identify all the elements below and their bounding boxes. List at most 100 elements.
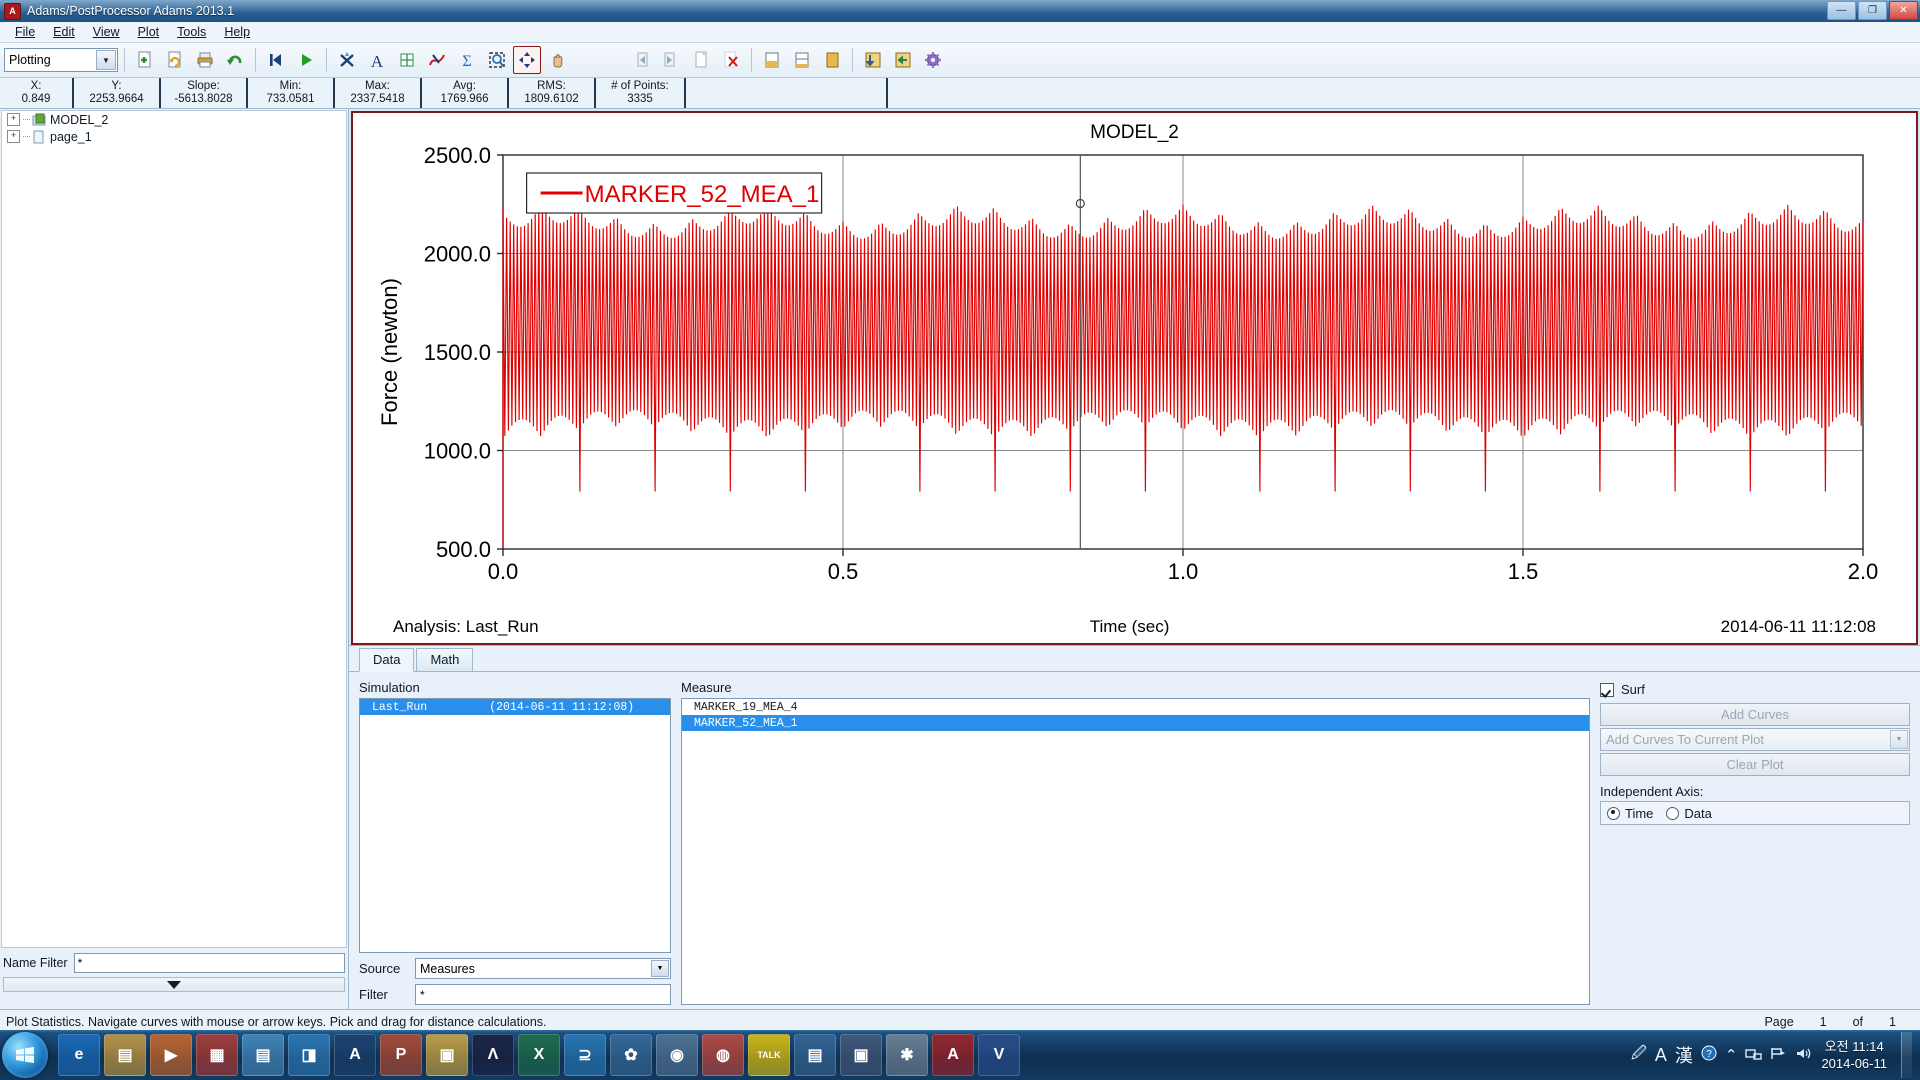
taskbar-app-excel-app[interactable]: X [518,1034,560,1076]
taskbar-app-powerpoint-app[interactable]: P [380,1034,422,1076]
radio-time[interactable] [1607,806,1620,820]
taskbar-app-video-app[interactable]: ▣ [840,1034,882,1076]
name-filter-input[interactable]: * [73,953,345,973]
chevron-down-icon[interactable]: ▼ [1890,730,1908,749]
flag-icon[interactable] [1770,1046,1787,1065]
show-desktop-button[interactable] [1901,1032,1912,1078]
expander-icon[interactable]: + [7,130,20,143]
layout-half-icon[interactable] [758,46,786,74]
clear-plot-icon[interactable] [333,46,361,74]
menu-help[interactable]: Help [215,23,259,41]
pan-hand-icon[interactable] [543,46,571,74]
taskbar-app-folder-app[interactable]: ▣ [426,1034,468,1076]
filter-input[interactable]: * [415,984,671,1005]
transpose-icon[interactable] [859,46,887,74]
swap-icon[interactable] [889,46,917,74]
minimize-button[interactable]: — [1827,1,1856,20]
taskbar-app-internet-explorer[interactable]: e [58,1034,100,1076]
text-icon[interactable]: A [363,46,391,74]
print-icon[interactable] [191,46,219,74]
measure-row[interactable]: MARKER_19_MEA_4 [682,699,1589,715]
chevron-down-icon[interactable] [167,980,181,989]
taskbar-app-notes-app[interactable]: ▤ [242,1034,284,1076]
zoom-box-icon[interactable] [483,46,511,74]
taskbar-app-window-app[interactable]: ▦ [196,1034,238,1076]
delete-plot-icon[interactable] [717,46,745,74]
sigma-icon[interactable]: Σ [453,46,481,74]
help-icon[interactable]: ? [1701,1045,1717,1065]
surf-checkbox-row[interactable]: Surf [1600,682,1910,697]
reload-page-icon[interactable] [161,46,189,74]
add-curves-to-current-plot-combo[interactable]: Add Curves To Current Plot ▼ [1600,728,1910,751]
plot-canvas[interactable]: MODEL_2 500.0 1000.0 1500.0 2000.0 2500.0 0.0… [351,111,1918,645]
network-icon[interactable] [1745,1046,1763,1065]
ime-pen-icon[interactable]: 🖉 [1631,1043,1647,1068]
menu-bar: File Edit View Plot Tools Help [0,22,1920,43]
layout-full-icon[interactable] [818,46,846,74]
surf-checkbox[interactable] [1600,682,1614,697]
taskbar-clock[interactable]: 오전 11:14 2014-06-11 [1821,1038,1887,1072]
tab-data[interactable]: Data [359,648,415,672]
prev-page-icon[interactable] [627,46,655,74]
radio-data[interactable] [1666,806,1680,820]
menu-tools[interactable]: Tools [168,23,215,41]
first-frame-icon[interactable] [262,46,290,74]
chevron-down-icon[interactable]: ▼ [651,960,669,977]
show-hidden-icons-icon[interactable]: ⌃ [1725,1046,1738,1064]
windows-start-icon[interactable] [2,1032,48,1078]
ime-hanja-indicator[interactable]: 漢 [1675,1042,1693,1068]
ime-alpha-indicator[interactable]: A [1655,1045,1667,1066]
layout-split-icon[interactable] [788,46,816,74]
maximize-button[interactable]: ❐ [1858,1,1887,20]
taskbar-app-postprocessor-app[interactable]: ✱ [886,1034,928,1076]
curve-icon[interactable] [423,46,451,74]
clear-plot-button[interactable]: Clear Plot [1600,753,1910,776]
tree-node-model[interactable]: + MODEL_2 [2,111,346,128]
simulation-list[interactable]: Last_Run (2014-06-11 11:12:08) [359,698,671,953]
taskbar-app-chrome-app[interactable]: ◍ [702,1034,744,1076]
x-tick-label: 1.0 [1168,559,1199,584]
new-plot-icon[interactable] [687,46,715,74]
name-filter-expander-bar[interactable] [3,977,345,992]
menu-edit[interactable]: Edit [44,23,84,41]
measure-row[interactable]: MARKER_52_MEA_1 [682,715,1589,731]
add-curves-button[interactable]: Add Curves [1600,703,1910,726]
tree-node-page[interactable]: + page_1 [2,128,346,145]
taskbar-app-media-player[interactable]: ▶ [150,1034,192,1076]
taskbar-app-photo-app[interactable]: ◨ [288,1034,330,1076]
model-tree[interactable]: + MODEL_2 + page_1 [1,110,347,948]
plot-chart[interactable]: 500.0 1000.0 1500.0 2000.0 2500.0 0.0 0.5 1.0 1.… [353,113,1919,639]
settings-gear-icon[interactable] [919,46,947,74]
expander-icon[interactable]: + [7,113,20,126]
taskbar-app-kakaotalk-app[interactable]: TALK [748,1034,790,1076]
menu-view[interactable]: View [84,23,129,41]
taskbar-app-adams-app[interactable]: Λ [472,1034,514,1076]
next-page-icon[interactable] [657,46,685,74]
taskbar-app-adams-view-app[interactable]: A [932,1034,974,1076]
mode-combo[interactable]: Plotting ▼ [4,48,118,72]
chevron-down-icon[interactable]: ▼ [96,50,116,70]
name-filter-panel: Name Filter * [0,949,348,1009]
measure-list[interactable]: MARKER_19_MEA_4 MARKER_52_MEA_1 [681,698,1590,1005]
taskbar-app-visio-app[interactable]: V [978,1034,1020,1076]
tab-math[interactable]: Math [416,648,474,671]
new-page-icon[interactable] [131,46,159,74]
taskbar-app-settings-app[interactable]: ✿ [610,1034,652,1076]
close-button[interactable]: ✕ [1889,1,1918,20]
undo-icon[interactable] [221,46,249,74]
source-select[interactable]: Measures ▼ [415,958,671,979]
axis-icon[interactable] [393,46,421,74]
play-icon[interactable] [292,46,320,74]
menu-plot[interactable]: Plot [129,23,169,41]
volume-icon[interactable] [1795,1046,1813,1065]
menu-file[interactable]: File [6,23,44,41]
plot-timestamp: 2014-06-11 11:12:08 [1720,617,1876,636]
taskbar-app-file-explorer[interactable]: ▤ [104,1034,146,1076]
taskbar-app-autocad-app[interactable]: A [334,1034,376,1076]
system-tray: 🖉 A 漢 ? ⌃ 오전 11:14 2014-06-11 [1631,1030,1920,1080]
taskbar-app-search-app[interactable]: ◉ [656,1034,698,1076]
taskbar-app-document-app[interactable]: ▤ [794,1034,836,1076]
fit-icon[interactable] [513,46,541,74]
taskbar-app-hancom-app[interactable]: ⊇ [564,1034,606,1076]
simulation-row[interactable]: Last_Run (2014-06-11 11:12:08) [360,699,670,715]
